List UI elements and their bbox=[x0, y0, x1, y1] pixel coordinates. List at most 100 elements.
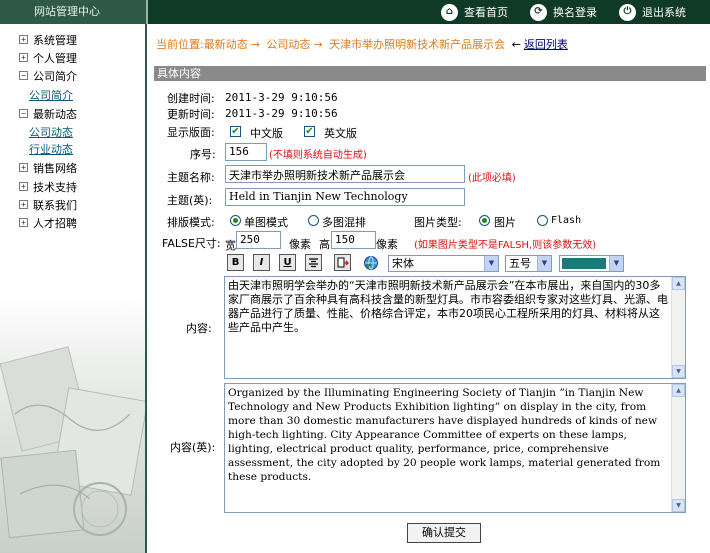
picture-type-image-radio[interactable] bbox=[479, 215, 490, 226]
breadcrumb-company-news[interactable]: 公司动态 bbox=[266, 38, 310, 51]
sidebar-item-label: 个人管理 bbox=[33, 51, 77, 65]
chevron-down-icon: ▼ bbox=[537, 256, 551, 271]
expand-icon: + bbox=[19, 218, 28, 227]
breadcrumb-arrow: → bbox=[313, 38, 323, 51]
top-header: 网站管理中心 ⌂ 查看首页 ⟳ 换名登录 ⏻ 退出系统 bbox=[0, 0, 710, 24]
height-label: 高 bbox=[319, 238, 330, 251]
content-text: 由天津市照明学会举办的“天津市照明新技术新产品展示会”在本市展出，来自国内的30… bbox=[228, 279, 668, 334]
font-family-select[interactable]: 宋体 ▼ bbox=[388, 255, 499, 272]
logout-icon: ⏻ bbox=[619, 3, 636, 21]
size-hint: (如果图片类型不是FALSH,则该参数无效) bbox=[414, 240, 597, 251]
scroll-up-icon[interactable]: ▲ bbox=[672, 384, 685, 397]
expand-icon: + bbox=[19, 200, 28, 209]
chinese-version-label: 中文版 bbox=[250, 127, 283, 140]
submit-button[interactable]: 确认提交 bbox=[407, 523, 481, 543]
insert-file-icon bbox=[337, 257, 349, 267]
english-version-checkbox[interactable]: ✔ bbox=[304, 126, 315, 137]
logout-label: 退出系统 bbox=[642, 6, 686, 19]
width-label: 宽 bbox=[225, 239, 236, 252]
sidebar-item-personal[interactable]: + 个人管理 bbox=[19, 50, 77, 65]
sidebar-item-company[interactable]: − 公司简介 bbox=[19, 68, 77, 83]
scroll-down-icon[interactable]: ▼ bbox=[672, 365, 685, 378]
chevron-down-icon: ▼ bbox=[609, 256, 623, 271]
width-input[interactable]: 250 bbox=[236, 231, 281, 249]
insert-link-button[interactable] bbox=[362, 254, 379, 271]
switch-login-link[interactable]: ⟳ 换名登录 bbox=[530, 2, 597, 22]
font-size-value: 五号 bbox=[509, 257, 531, 270]
english-version-label: 英文版 bbox=[324, 127, 357, 140]
title-en-label: 主题(英): bbox=[167, 194, 213, 207]
expand-icon: + bbox=[19, 53, 28, 62]
updated-time-value: 2011-3-29 9:10:56 bbox=[225, 107, 338, 120]
sidebar-item-label: 最新动态 bbox=[33, 107, 77, 121]
sidebar-item-sales[interactable]: + 销售网络 bbox=[19, 160, 77, 175]
updated-time-label: 更新时间: bbox=[167, 108, 215, 121]
picture-type-image-label: 图片 bbox=[494, 216, 516, 229]
breadcrumb: 当前位置:最新动态 → 公司动态 → 天津市举办照明新技术新产品展示会 ← 返回列表 bbox=[156, 36, 568, 52]
sequence-input[interactable]: 156 bbox=[225, 143, 267, 161]
created-time-value: 2011-3-29 9:10:56 bbox=[225, 91, 338, 104]
view-homepage-link[interactable]: ⌂ 查看首页 bbox=[441, 2, 508, 22]
content-textarea[interactable]: 由天津市照明学会举办的“天津市照明新技术新产品展示会”在本市展出，来自国内的30… bbox=[224, 276, 686, 379]
view-homepage-label: 查看首页 bbox=[464, 6, 508, 19]
sidebar-item-support[interactable]: + 技术支持 bbox=[19, 179, 77, 194]
sidebar-item-label: 公司简介 bbox=[33, 69, 77, 83]
sidebar-item-system[interactable]: + 系统管理 bbox=[19, 32, 77, 47]
back-to-list-link[interactable]: 返回列表 bbox=[524, 38, 568, 51]
sidebar-item-contact[interactable]: + 联系我们 bbox=[19, 197, 77, 212]
main-content: 当前位置:最新动态 → 公司动态 → 天津市举办照明新技术新产品展示会 ← 返回列表 … bbox=[148, 24, 710, 553]
title-hint: (此项必填) bbox=[468, 173, 516, 184]
height-unit-label: 像素 bbox=[376, 238, 398, 251]
home-icon: ⌂ bbox=[441, 3, 458, 21]
single-image-radio[interactable] bbox=[230, 215, 241, 226]
insert-file-button[interactable] bbox=[334, 254, 351, 271]
sidebar-item-news[interactable]: − 最新动态 bbox=[19, 106, 77, 121]
created-time-label: 创建时间: bbox=[167, 92, 215, 105]
sequence-label: 序号: bbox=[190, 148, 216, 161]
sidebar-item-label: 联系我们 bbox=[33, 198, 77, 212]
size-label: FALSE尺寸: bbox=[162, 237, 221, 250]
font-size-select[interactable]: 五号 ▼ bbox=[505, 255, 552, 272]
content-en-text: Organized by the Illuminating Engineerin… bbox=[228, 387, 661, 483]
sidebar-item-label: 技术支持 bbox=[33, 180, 77, 194]
chinese-version-checkbox[interactable]: ✔ bbox=[230, 126, 241, 137]
picture-type-flash-label: Flash bbox=[551, 215, 582, 226]
site-logo: 网站管理中心 bbox=[0, 0, 146, 24]
multi-image-radio[interactable] bbox=[308, 215, 319, 226]
align-center-icon bbox=[309, 258, 318, 268]
sidebar-subitem-company-news[interactable]: 公司动态 bbox=[29, 124, 73, 140]
align-center-button[interactable] bbox=[305, 254, 322, 271]
multi-image-label: 多图混排 bbox=[322, 216, 366, 229]
italic-button[interactable]: I bbox=[253, 254, 270, 271]
collapse-icon: − bbox=[19, 109, 28, 118]
scroll-down-icon[interactable]: ▼ bbox=[672, 499, 685, 512]
title-en-input[interactable]: Held in Tianjin New Technology bbox=[225, 188, 465, 206]
color-swatch bbox=[562, 258, 606, 269]
underline-button[interactable]: U bbox=[279, 254, 296, 271]
sidebar-subitem-company-intro[interactable]: 公司简介 bbox=[29, 87, 73, 103]
font-family-value: 宋体 bbox=[392, 257, 414, 270]
breadcrumb-location: 当前位置:最新动态 bbox=[156, 38, 248, 51]
collapse-icon: − bbox=[19, 71, 28, 80]
section-header: 具体内容 bbox=[154, 66, 706, 81]
title-input[interactable]: 天津市举办照明新技术新产品展示会 bbox=[225, 165, 465, 183]
sidebar-subitem-industry-news[interactable]: 行业动态 bbox=[29, 141, 73, 157]
globe-link-icon bbox=[363, 255, 378, 270]
switch-user-icon: ⟳ bbox=[530, 3, 547, 21]
sidebar: + 系统管理 + 个人管理 − 公司简介 公司简介 − 最新动态 公司动态 行业… bbox=[0, 24, 147, 553]
content-scrollbar[interactable]: ▲ ▼ bbox=[671, 277, 685, 378]
scroll-up-icon[interactable]: ▲ bbox=[672, 277, 685, 290]
logout-link[interactable]: ⏻ 退出系统 bbox=[619, 2, 686, 22]
sidebar-decorative-image bbox=[0, 294, 145, 553]
font-color-select[interactable]: ▼ bbox=[559, 255, 624, 272]
height-input[interactable]: 150 bbox=[331, 231, 376, 249]
sidebar-item-jobs[interactable]: + 人才招聘 bbox=[19, 215, 77, 230]
content-en-scrollbar[interactable]: ▲ ▼ bbox=[671, 384, 685, 512]
bold-button[interactable]: B bbox=[227, 254, 244, 271]
display-version-label: 显示版面: bbox=[167, 126, 215, 139]
expand-icon: + bbox=[19, 182, 28, 191]
picture-type-flash-radio[interactable] bbox=[537, 215, 548, 226]
content-en-textarea[interactable]: Organized by the Illuminating Engineerin… bbox=[224, 383, 686, 513]
picture-type-label: 图片类型: bbox=[414, 216, 462, 229]
breadcrumb-article[interactable]: 天津市举办照明新技术新产品展示会 bbox=[329, 38, 505, 51]
